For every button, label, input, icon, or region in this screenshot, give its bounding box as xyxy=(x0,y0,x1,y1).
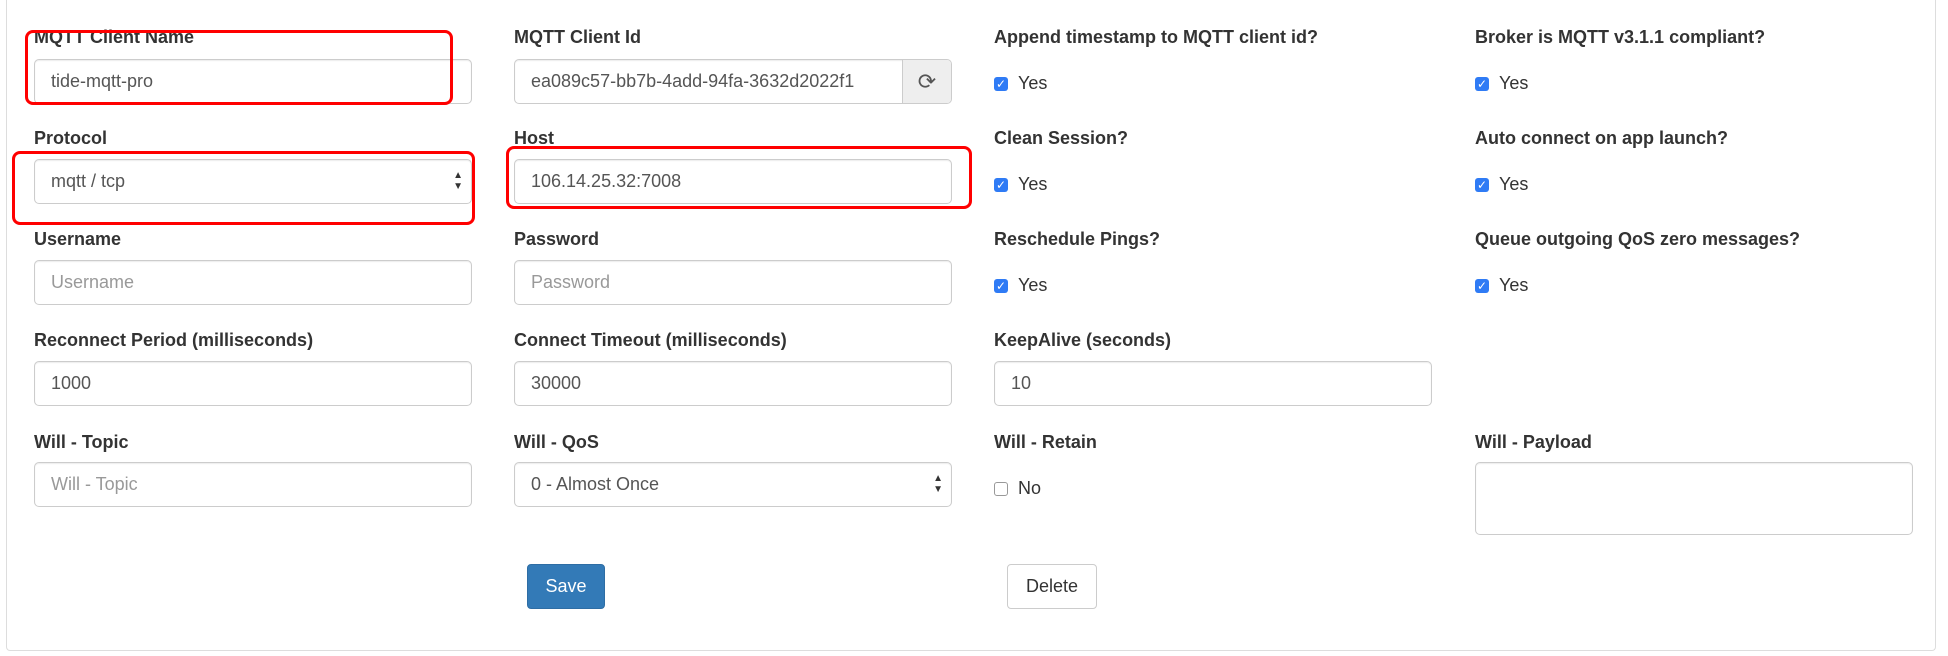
queue-qos0-label: Queue outgoing QoS zero messages? xyxy=(1475,229,1801,249)
highlight-host xyxy=(506,146,972,209)
will-topic-input[interactable]: Will - Topic xyxy=(34,462,472,507)
highlight-client-name xyxy=(25,30,453,105)
password-label: Password xyxy=(514,229,600,249)
v311-checkbox[interactable]: ✓ Yes xyxy=(1475,73,1528,94)
save-button[interactable]: Save xyxy=(527,564,605,609)
timeout-label: Connect Timeout (milliseconds) xyxy=(514,330,787,350)
client-id-value: ea089c57-bb7b-4add-94fa-3632d2022f1 xyxy=(531,71,855,91)
timeout-input[interactable]: 30000 xyxy=(514,361,952,406)
option-label: Yes xyxy=(1018,174,1048,194)
reconnect-input[interactable]: 1000 xyxy=(34,361,472,406)
append-ts-label: Append timestamp to MQTT client id? xyxy=(994,27,1318,47)
option-label: No xyxy=(1018,478,1042,498)
reconnect-label: Reconnect Period (milliseconds) xyxy=(34,330,314,350)
will-qos-value: 0 - Almost Once xyxy=(531,474,660,494)
autoconnect-label: Auto connect on app launch? xyxy=(1475,128,1728,148)
delete-button[interactable]: Delete xyxy=(1007,564,1097,609)
checkbox-empty-icon xyxy=(994,481,1008,496)
autoconnect-checkbox[interactable]: ✓ Yes xyxy=(1475,174,1528,195)
select-arrows-icon: ▲ ▼ xyxy=(933,473,943,495)
username-label: Username xyxy=(34,229,122,249)
password-input[interactable]: Password xyxy=(514,260,952,305)
will-qos-select[interactable]: 0 - Almost Once ▲ ▼ xyxy=(514,462,952,507)
option-label: Yes xyxy=(1499,73,1529,93)
queue-qos0-checkbox[interactable]: ✓ Yes xyxy=(1475,275,1528,296)
reschedule-pings-checkbox[interactable]: ✓ Yes xyxy=(994,275,1047,296)
protocol-label: Protocol xyxy=(34,128,108,148)
checkmark-icon: ✓ xyxy=(1475,177,1489,192)
will-retain-checkbox[interactable]: No xyxy=(994,478,1041,499)
username-input[interactable]: Username xyxy=(34,260,472,305)
append-ts-checkbox[interactable]: ✓ Yes xyxy=(994,73,1047,94)
will-payload-label: Will - Payload xyxy=(1475,432,1592,452)
option-label: Yes xyxy=(1018,73,1048,93)
option-label: Yes xyxy=(1018,275,1048,295)
checkmark-icon: ✓ xyxy=(1475,76,1489,91)
v311-label: Broker is MQTT v3.1.1 compliant? xyxy=(1475,27,1766,47)
will-qos-label: Will - QoS xyxy=(514,432,599,452)
will-payload-textarea[interactable] xyxy=(1475,462,1913,535)
keepalive-input[interactable]: 10 xyxy=(994,361,1432,406)
highlight-protocol xyxy=(12,151,475,225)
reschedule-pings-label: Reschedule Pings? xyxy=(994,229,1161,249)
clean-session-checkbox[interactable]: ✓ Yes xyxy=(994,174,1047,195)
checkmark-icon: ✓ xyxy=(994,278,1008,293)
checkmark-icon: ✓ xyxy=(1475,278,1489,293)
will-retain-label: Will - Retain xyxy=(994,432,1097,452)
refresh-icon[interactable]: ⟳ xyxy=(902,60,951,103)
will-topic-label: Will - Topic xyxy=(34,432,129,452)
client-id-input[interactable]: ea089c57-bb7b-4add-94fa-3632d2022f1 ⟳ xyxy=(514,59,952,104)
option-label: Yes xyxy=(1499,174,1529,194)
checkmark-icon: ✓ xyxy=(994,76,1008,91)
checkmark-icon: ✓ xyxy=(994,177,1008,192)
keepalive-label: KeepAlive (seconds) xyxy=(994,330,1172,350)
option-label: Yes xyxy=(1499,275,1529,295)
client-id-label: MQTT Client Id xyxy=(514,27,641,47)
clean-session-label: Clean Session? xyxy=(994,128,1129,148)
